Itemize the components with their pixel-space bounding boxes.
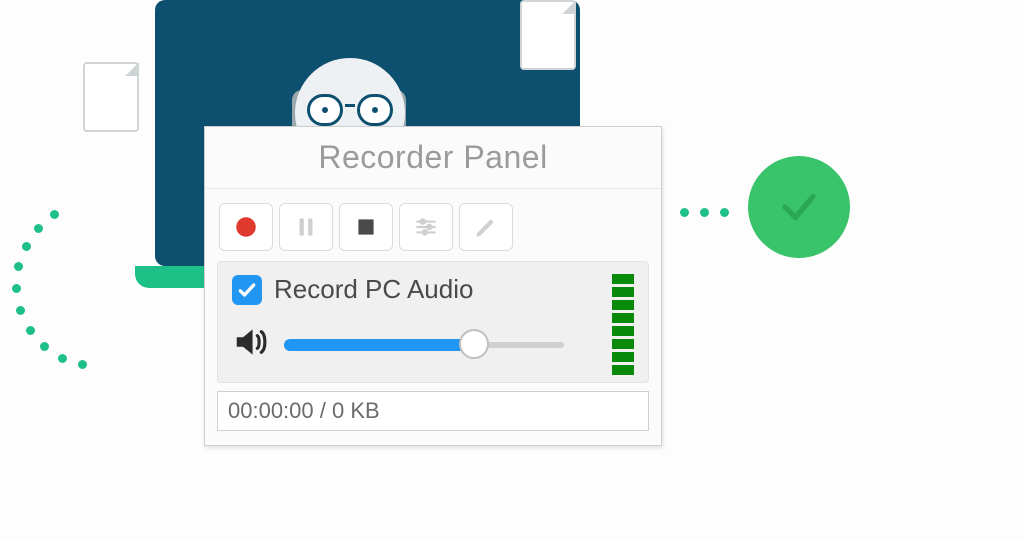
pencil-icon [473, 214, 499, 240]
audio-section: Record PC Audio [217, 261, 649, 383]
pause-icon [293, 214, 319, 240]
record-pc-audio-checkbox[interactable] [232, 275, 262, 305]
avatar-glasses [307, 94, 393, 126]
volume-slider[interactable] [284, 339, 564, 351]
toolbar [205, 189, 661, 261]
panel-title: Recorder Panel [205, 127, 661, 189]
pause-button[interactable] [279, 203, 333, 251]
slider-fill [284, 339, 474, 351]
document-icon [83, 62, 139, 132]
success-check-icon [748, 156, 850, 258]
check-icon [237, 280, 257, 300]
slider-thumb[interactable] [459, 329, 489, 359]
record-button[interactable] [219, 203, 273, 251]
settings-button[interactable] [399, 203, 453, 251]
status-text: 00:00:00 / 0 KB [228, 398, 380, 424]
sliders-icon [413, 214, 439, 240]
edit-button[interactable] [459, 203, 513, 251]
speaker-icon [232, 323, 270, 366]
record-pc-audio-label: Record PC Audio [274, 274, 473, 305]
status-bar: 00:00:00 / 0 KB [217, 391, 649, 431]
record-icon [233, 214, 259, 240]
stop-button[interactable] [339, 203, 393, 251]
recorder-panel: Recorder Panel Record PC Audio [204, 126, 662, 446]
vu-meter [612, 274, 634, 375]
stop-icon [353, 214, 379, 240]
document-icon [520, 0, 576, 70]
